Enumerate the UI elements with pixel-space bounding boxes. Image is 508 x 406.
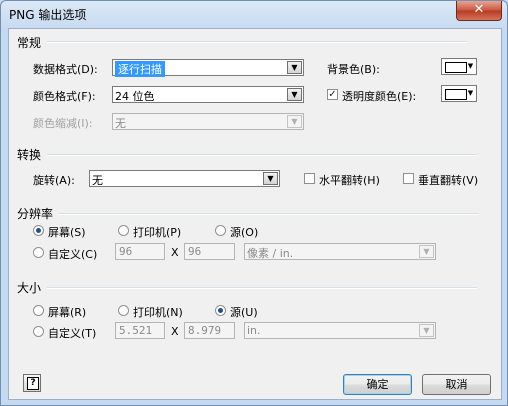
chevron-down-icon: ▼: [287, 88, 302, 101]
size-screen-label: 屏幕(R): [48, 306, 87, 319]
size-source-label: 源(U): [230, 306, 258, 319]
transform-heading: 转换: [17, 148, 42, 162]
background-color-swatch: [445, 62, 467, 73]
resolution-unit-select[interactable]: 像素 / in. ▼: [244, 243, 436, 260]
chevron-down-icon: ▼: [419, 324, 434, 337]
resolution-unit-value: 像素 / in.: [247, 247, 294, 260]
size-printer-label: 打印机(N): [133, 306, 183, 319]
size-unit-select[interactable]: in. ▼: [244, 322, 436, 339]
transparency-label: 透明度颜色(E):: [342, 90, 417, 103]
resolution-height-field[interactable]: 96: [184, 243, 235, 260]
rotation-value: 无: [92, 174, 103, 187]
size-source-radio[interactable]: [215, 305, 226, 316]
resolution-source-radio[interactable]: [215, 225, 226, 236]
data-format-value: 逐行扫描: [115, 61, 165, 77]
rotation-select[interactable]: 无 ▼: [89, 170, 280, 187]
resolution-source-label: 源(O): [230, 226, 259, 239]
size-unit-value: in.: [247, 324, 261, 337]
flip-horizontal-checkbox[interactable]: [304, 173, 315, 184]
color-format-select[interactable]: 24 位色 ▼: [112, 86, 304, 103]
color-reduction-select[interactable]: 无 ▼: [112, 113, 304, 130]
help-icon: ?: [27, 377, 39, 390]
data-format-select[interactable]: 逐行扫描 ▼: [112, 59, 304, 77]
resolution-screen-label: 屏幕(S): [48, 226, 86, 239]
chevron-down-icon: ▼: [467, 62, 474, 70]
color-reduction-label: 颜色缩减(I):: [33, 117, 93, 130]
check-icon: ✓: [328, 89, 337, 100]
size-custom-radio[interactable]: [33, 326, 44, 337]
resolution-x-separator: X: [171, 246, 179, 259]
size-width-field[interactable]: 5.521: [115, 322, 165, 339]
chevron-down-icon: ▼: [287, 115, 302, 128]
size-printer-radio[interactable]: [118, 305, 129, 316]
window-title: PNG 输出选项: [9, 8, 87, 22]
resolution-printer-radio[interactable]: [118, 225, 129, 236]
resolution-screen-radio[interactable]: [33, 225, 44, 236]
resolution-custom-label: 自定义(C): [48, 248, 98, 261]
cancel-button[interactable]: 取消: [422, 374, 491, 395]
size-height-field[interactable]: 8.979: [184, 322, 235, 339]
chevron-down-icon: ▼: [467, 89, 474, 97]
transparency-checkbox[interactable]: ✓: [327, 89, 338, 100]
title-bar[interactable]: PNG 输出选项 ✕: [1, 1, 507, 27]
resolution-divider: [59, 213, 479, 215]
general-divider: [47, 41, 467, 43]
color-format-label: 颜色格式(F):: [33, 90, 96, 103]
resolution-custom-radio[interactable]: [33, 247, 44, 258]
rotation-label: 旋转(A):: [33, 174, 75, 187]
flip-vertical-label: 垂直翻转(V): [418, 174, 479, 187]
transparency-color-swatch: [445, 89, 467, 100]
transform-divider: [47, 154, 477, 156]
help-button[interactable]: ?: [23, 374, 41, 392]
flip-vertical-checkbox[interactable]: [403, 173, 414, 184]
flip-horizontal-label: 水平翻转(H): [319, 174, 380, 187]
transparency-color-picker[interactable]: ▼: [441, 85, 477, 102]
resolution-width-field[interactable]: 96: [115, 243, 165, 260]
data-format-label: 数据格式(D):: [33, 63, 98, 76]
close-icon: ✕: [473, 2, 485, 17]
size-screen-radio[interactable]: [33, 305, 44, 316]
dialog-body: 常规 数据格式(D): 逐行扫描 ▼ 背景色(B): ▼ 颜色格式(F): 24…: [8, 28, 502, 400]
resolution-printer-label: 打印机(P): [133, 226, 182, 239]
background-color-label: 背景色(B):: [327, 63, 380, 76]
chevron-down-icon: ▼: [287, 61, 302, 74]
background-color-picker[interactable]: ▼: [441, 58, 477, 75]
size-heading: 大小: [17, 281, 42, 295]
color-format-value: 24 位色: [115, 90, 155, 103]
general-heading: 常规: [17, 36, 42, 50]
ok-button[interactable]: 确定: [343, 374, 412, 395]
size-custom-label: 自定义(T): [48, 327, 97, 340]
size-x-separator: X: [171, 325, 179, 338]
resolution-heading: 分辨率: [17, 207, 54, 221]
size-divider: [47, 287, 477, 289]
chevron-down-icon: ▼: [419, 245, 434, 258]
dialog-window: PNG 输出选项 ✕ 常规 数据格式(D): 逐行扫描 ▼ 背景色(B): ▼ …: [0, 0, 508, 406]
chevron-down-icon: ▼: [263, 172, 278, 185]
color-reduction-value: 无: [115, 117, 126, 130]
close-button[interactable]: ✕: [456, 1, 502, 21]
